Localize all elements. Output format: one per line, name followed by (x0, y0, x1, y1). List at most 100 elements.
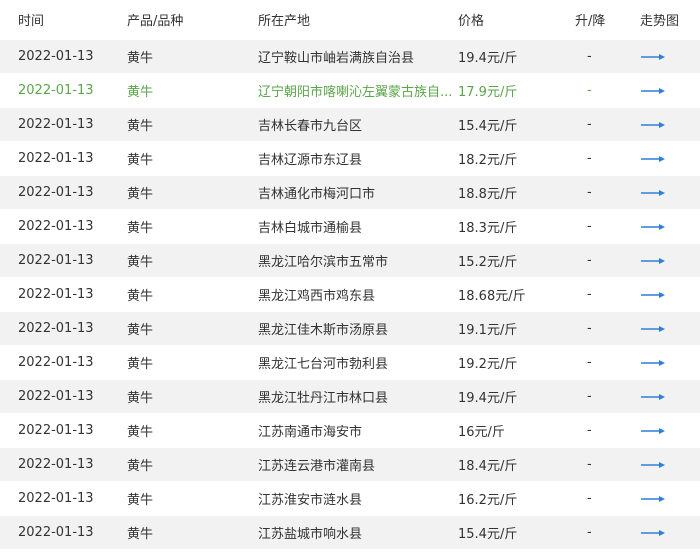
table-row: 2022-01-13 黄牛 黑龙江佳木斯市汤原县 19.1元/斤 - (0, 312, 700, 346)
table-row: 2022-01-13 黄牛 辽宁朝阳市喀喇沁左翼蒙古族自... 17.9元/斤 … (0, 74, 700, 108)
row-origin-text: 吉林长春市九台区 (258, 119, 363, 134)
row-origin: 江苏盐城市响水县 (258, 516, 454, 549)
trend-chart-link[interactable] (640, 325, 666, 333)
row-origin: 江苏连云港市灌南县 (258, 448, 454, 481)
trend-chart-link[interactable] (640, 257, 666, 265)
trend-chart-link[interactable] (640, 393, 666, 401)
row-origin: 吉林辽源市东辽县 (258, 142, 454, 175)
trend-chart-link[interactable] (640, 189, 666, 197)
row-product: 黄牛 (127, 493, 154, 508)
arrow-right-icon (641, 155, 665, 162)
row-trend (640, 482, 698, 515)
row-price: 16.2元/斤 (458, 493, 518, 508)
arrow-right-icon (641, 121, 665, 128)
arrow-right-icon (641, 359, 665, 366)
row-trend (640, 278, 698, 311)
row-price: 16元/斤 (458, 425, 505, 440)
row-origin: 黑龙江牡丹江市林口县 (258, 380, 454, 413)
trend-chart-link[interactable] (640, 121, 666, 129)
row-price: 15.4元/斤 (458, 527, 518, 542)
row-origin-text: 黑龙江鸡西市鸡东县 (258, 289, 376, 304)
arrow-right-icon (641, 461, 665, 468)
row-product: 黄牛 (127, 255, 154, 270)
price-table: 时间 产品/品种 所在产地 价格 升/降 走势图 2022-01-13 黄牛 辽… (0, 0, 700, 550)
row-date: 2022-01-13 (18, 219, 94, 234)
row-origin: 辽宁朝阳市喀喇沁左翼蒙古族自... (258, 74, 454, 107)
row-date: 2022-01-13 (18, 185, 94, 200)
row-change: - (587, 287, 592, 302)
row-price: 18.4元/斤 (458, 459, 518, 474)
row-date: 2022-01-13 (18, 389, 94, 404)
row-product: 黄牛 (127, 459, 154, 474)
row-change: - (587, 219, 592, 234)
row-change: - (587, 49, 592, 64)
row-origin-text: 黑龙江哈尔滨市五常市 (258, 255, 389, 270)
arrow-right-icon (641, 495, 665, 502)
header-trend: 走势图 (640, 14, 680, 29)
table-row: 2022-01-13 黄牛 吉林白城市通榆县 18.3元/斤 - (0, 210, 700, 244)
row-change: - (587, 355, 592, 370)
row-change: - (587, 117, 592, 132)
table-row: 2022-01-13 黄牛 吉林辽源市东辽县 18.2元/斤 - (0, 142, 700, 176)
row-date: 2022-01-13 (18, 287, 94, 302)
header-time: 时间 (18, 14, 45, 29)
trend-chart-link[interactable] (640, 529, 666, 537)
row-origin-text: 黑龙江佳木斯市汤原县 (258, 323, 389, 338)
row-change: - (587, 457, 592, 472)
row-change: - (587, 525, 592, 540)
row-price: 15.4元/斤 (458, 119, 518, 134)
row-origin-text: 辽宁朝阳市喀喇沁左翼蒙古族自... (258, 85, 453, 100)
row-origin-text: 江苏南通市海安市 (258, 425, 363, 440)
trend-chart-link[interactable] (640, 495, 666, 503)
table-row: 2022-01-13 黄牛 江苏淮安市涟水县 16.2元/斤 - (0, 482, 700, 516)
row-origin-text: 辽宁鞍山市岫岩满族自治县 (258, 51, 415, 66)
row-price: 19.4元/斤 (458, 391, 518, 406)
row-price: 18.68元/斤 (458, 289, 526, 304)
arrow-right-icon (641, 257, 665, 264)
row-product: 黄牛 (127, 527, 154, 542)
row-trend (640, 176, 698, 209)
row-date: 2022-01-13 (18, 525, 94, 540)
header-product: 产品/品种 (127, 14, 184, 29)
table-row: 2022-01-13 黄牛 江苏盐城市响水县 15.4元/斤 - (0, 516, 700, 550)
row-origin: 吉林通化市梅河口市 (258, 176, 454, 209)
table-header: 时间 产品/品种 所在产地 价格 升/降 走势图 (0, 0, 700, 40)
trend-chart-link[interactable] (640, 223, 666, 231)
row-price: 19.1元/斤 (458, 323, 518, 338)
row-trend (640, 142, 698, 175)
row-origin-text: 黑龙江牡丹江市林口县 (258, 391, 389, 406)
row-date: 2022-01-13 (18, 457, 94, 472)
table-row: 2022-01-13 黄牛 黑龙江七台河市勃利县 19.2元/斤 - (0, 346, 700, 380)
row-trend (640, 380, 698, 413)
row-product: 黄牛 (127, 323, 154, 338)
trend-chart-link[interactable] (640, 87, 666, 95)
row-price: 17.9元/斤 (458, 85, 518, 100)
row-change: - (587, 151, 592, 166)
row-price: 18.3元/斤 (458, 221, 518, 236)
table-row: 2022-01-13 黄牛 江苏连云港市灌南县 18.4元/斤 - (0, 448, 700, 482)
table-row: 2022-01-13 黄牛 黑龙江鸡西市鸡东县 18.68元/斤 - (0, 278, 700, 312)
row-trend (640, 244, 698, 277)
row-origin-text: 吉林白城市通榆县 (258, 221, 363, 236)
row-origin: 江苏淮安市涟水县 (258, 482, 454, 515)
trend-chart-link[interactable] (640, 155, 666, 163)
row-change: - (587, 423, 592, 438)
header-origin: 所在产地 (258, 14, 311, 29)
row-date: 2022-01-13 (18, 83, 94, 98)
trend-chart-link[interactable] (640, 461, 666, 469)
trend-chart-link[interactable] (640, 359, 666, 367)
arrow-right-icon (641, 291, 665, 298)
row-origin: 吉林白城市通榆县 (258, 210, 454, 243)
row-trend (640, 516, 698, 549)
row-origin-text: 江苏盐城市响水县 (258, 527, 363, 542)
row-price: 18.8元/斤 (458, 187, 518, 202)
trend-chart-link[interactable] (640, 291, 666, 299)
row-change: - (587, 389, 592, 404)
trend-chart-link[interactable] (640, 427, 666, 435)
row-origin: 黑龙江七台河市勃利县 (258, 346, 454, 379)
row-product: 黄牛 (127, 153, 154, 168)
arrow-right-icon (641, 393, 665, 400)
row-origin: 黑龙江哈尔滨市五常市 (258, 244, 454, 277)
row-product: 黄牛 (127, 221, 154, 236)
trend-chart-link[interactable] (640, 53, 666, 61)
